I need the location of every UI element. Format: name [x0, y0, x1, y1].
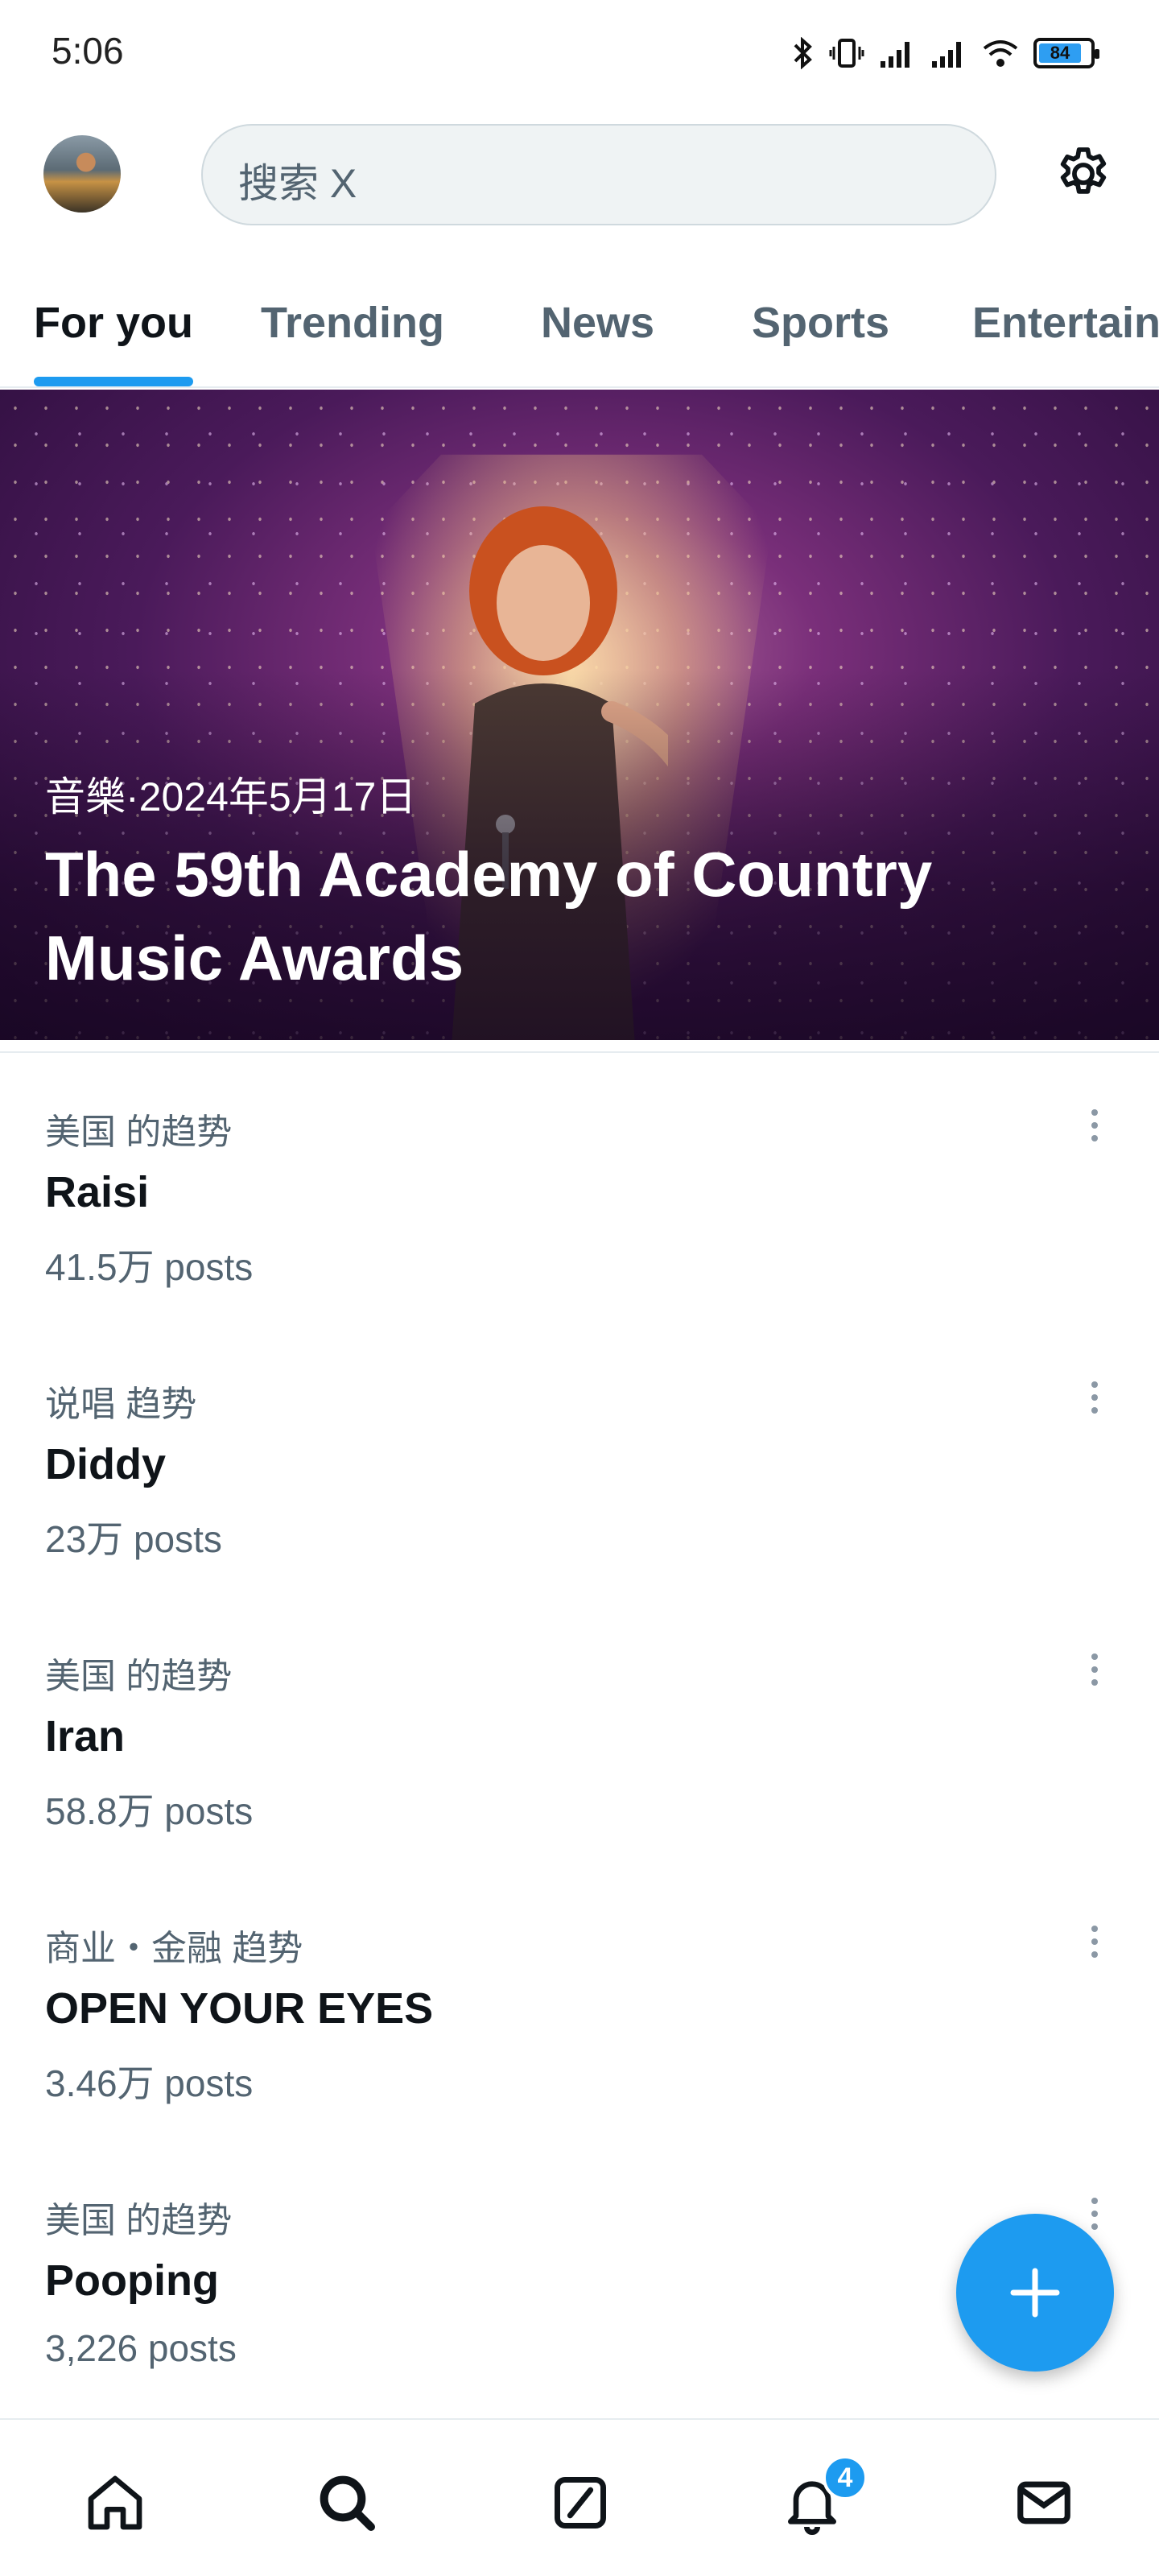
mail-icon: [1017, 2481, 1070, 2524]
trend-item[interactable]: 美国 的趋势 Raisi 41.5万 posts: [0, 1079, 1159, 1351]
grok-icon: [555, 2477, 606, 2529]
signal-icon: [932, 42, 961, 68]
active-tab-indicator: [34, 377, 193, 386]
nav-grok[interactable]: [544, 2467, 617, 2539]
status-time: 5:06: [52, 30, 124, 72]
search-input[interactable]: 搜索 X: [201, 124, 996, 225]
nav-messages[interactable]: [1008, 2467, 1080, 2539]
trend-name: Iran: [45, 1712, 126, 1761]
explore-tabs: For you Trending News Sports Entertain: [0, 274, 1159, 388]
tab-sports[interactable]: Sports: [752, 298, 889, 348]
notification-badge: 4: [823, 2455, 868, 2500]
signal-icon: [881, 42, 909, 68]
compose-button[interactable]: [956, 2214, 1114, 2372]
bottom-nav: 4: [0, 2418, 1159, 2576]
trend-name: Diddy: [45, 1440, 167, 1488]
gear-icon: [1060, 147, 1107, 194]
nav-search[interactable]: [311, 2467, 383, 2539]
top-header: 搜索 X: [0, 105, 1159, 250]
trend-count: 23万 posts: [45, 1518, 222, 1560]
more-options-icon[interactable]: [1075, 1373, 1114, 1422]
more-options-icon[interactable]: [1075, 1918, 1114, 1966]
status-icons: 84: [792, 35, 1099, 71]
tab-news[interactable]: News: [541, 298, 654, 348]
search-placeholder: 搜索 X: [238, 161, 357, 206]
trend-count: 58.8万 posts: [45, 1790, 254, 1832]
tab-trending[interactable]: Trending: [261, 298, 444, 348]
divider: [0, 1051, 1159, 1053]
battery-icon: 84: [1033, 38, 1099, 68]
settings-button[interactable]: [1050, 140, 1117, 208]
trend-context: 商业・金融 趋势: [45, 1929, 303, 1968]
more-options-icon[interactable]: [1075, 1645, 1114, 1694]
search-icon: [320, 2475, 375, 2531]
battery-level: 84: [1039, 43, 1082, 63]
trend-item[interactable]: 商业・金融 趋势 OPEN YOUR EYES 3.46万 posts: [0, 1895, 1159, 2167]
tab-for-you[interactable]: For you: [34, 298, 193, 348]
trend-item[interactable]: 说唱 趋势 Diddy 23万 posts: [0, 1351, 1159, 1623]
wifi-icon: [983, 40, 1018, 67]
plus-icon: [1010, 2268, 1060, 2318]
trend-name: Pooping: [45, 2256, 219, 2305]
trend-context: 说唱 趋势: [45, 1385, 197, 1424]
more-options-icon[interactable]: [1075, 1101, 1114, 1150]
trend-context: 美国 的趋势: [45, 1657, 233, 1696]
tab-entertainment[interactable]: Entertain: [972, 298, 1159, 348]
trend-name: Raisi: [45, 1168, 150, 1216]
status-bar: 5:06 84: [0, 0, 1159, 105]
home-icon: [88, 2475, 142, 2530]
nav-home[interactable]: [79, 2467, 151, 2539]
hero-meta: 音樂·2024年5月17日: [45, 774, 417, 819]
bluetooth-icon: [794, 37, 812, 69]
trend-context: 美国 的趋势: [45, 1113, 233, 1152]
trend-count: 41.5万 posts: [45, 1246, 254, 1288]
trend-context: 美国 的趋势: [45, 2201, 233, 2240]
hero-card[interactable]: 音樂·2024年5月17日 The 59th Academy of Countr…: [0, 390, 1159, 1040]
trend-count: 3,226 posts: [45, 2327, 237, 2369]
trend-count: 3.46万 posts: [45, 2062, 254, 2104]
avatar[interactable]: [43, 135, 121, 213]
trend-name: OPEN YOUR EYES: [45, 1984, 434, 2033]
hero-title[interactable]: The 59th Academy of Country Music Awards: [45, 832, 1091, 1000]
trend-item[interactable]: 美国 的趋势 Iran 58.8万 posts: [0, 1623, 1159, 1895]
vibrate-icon: [829, 39, 864, 68]
